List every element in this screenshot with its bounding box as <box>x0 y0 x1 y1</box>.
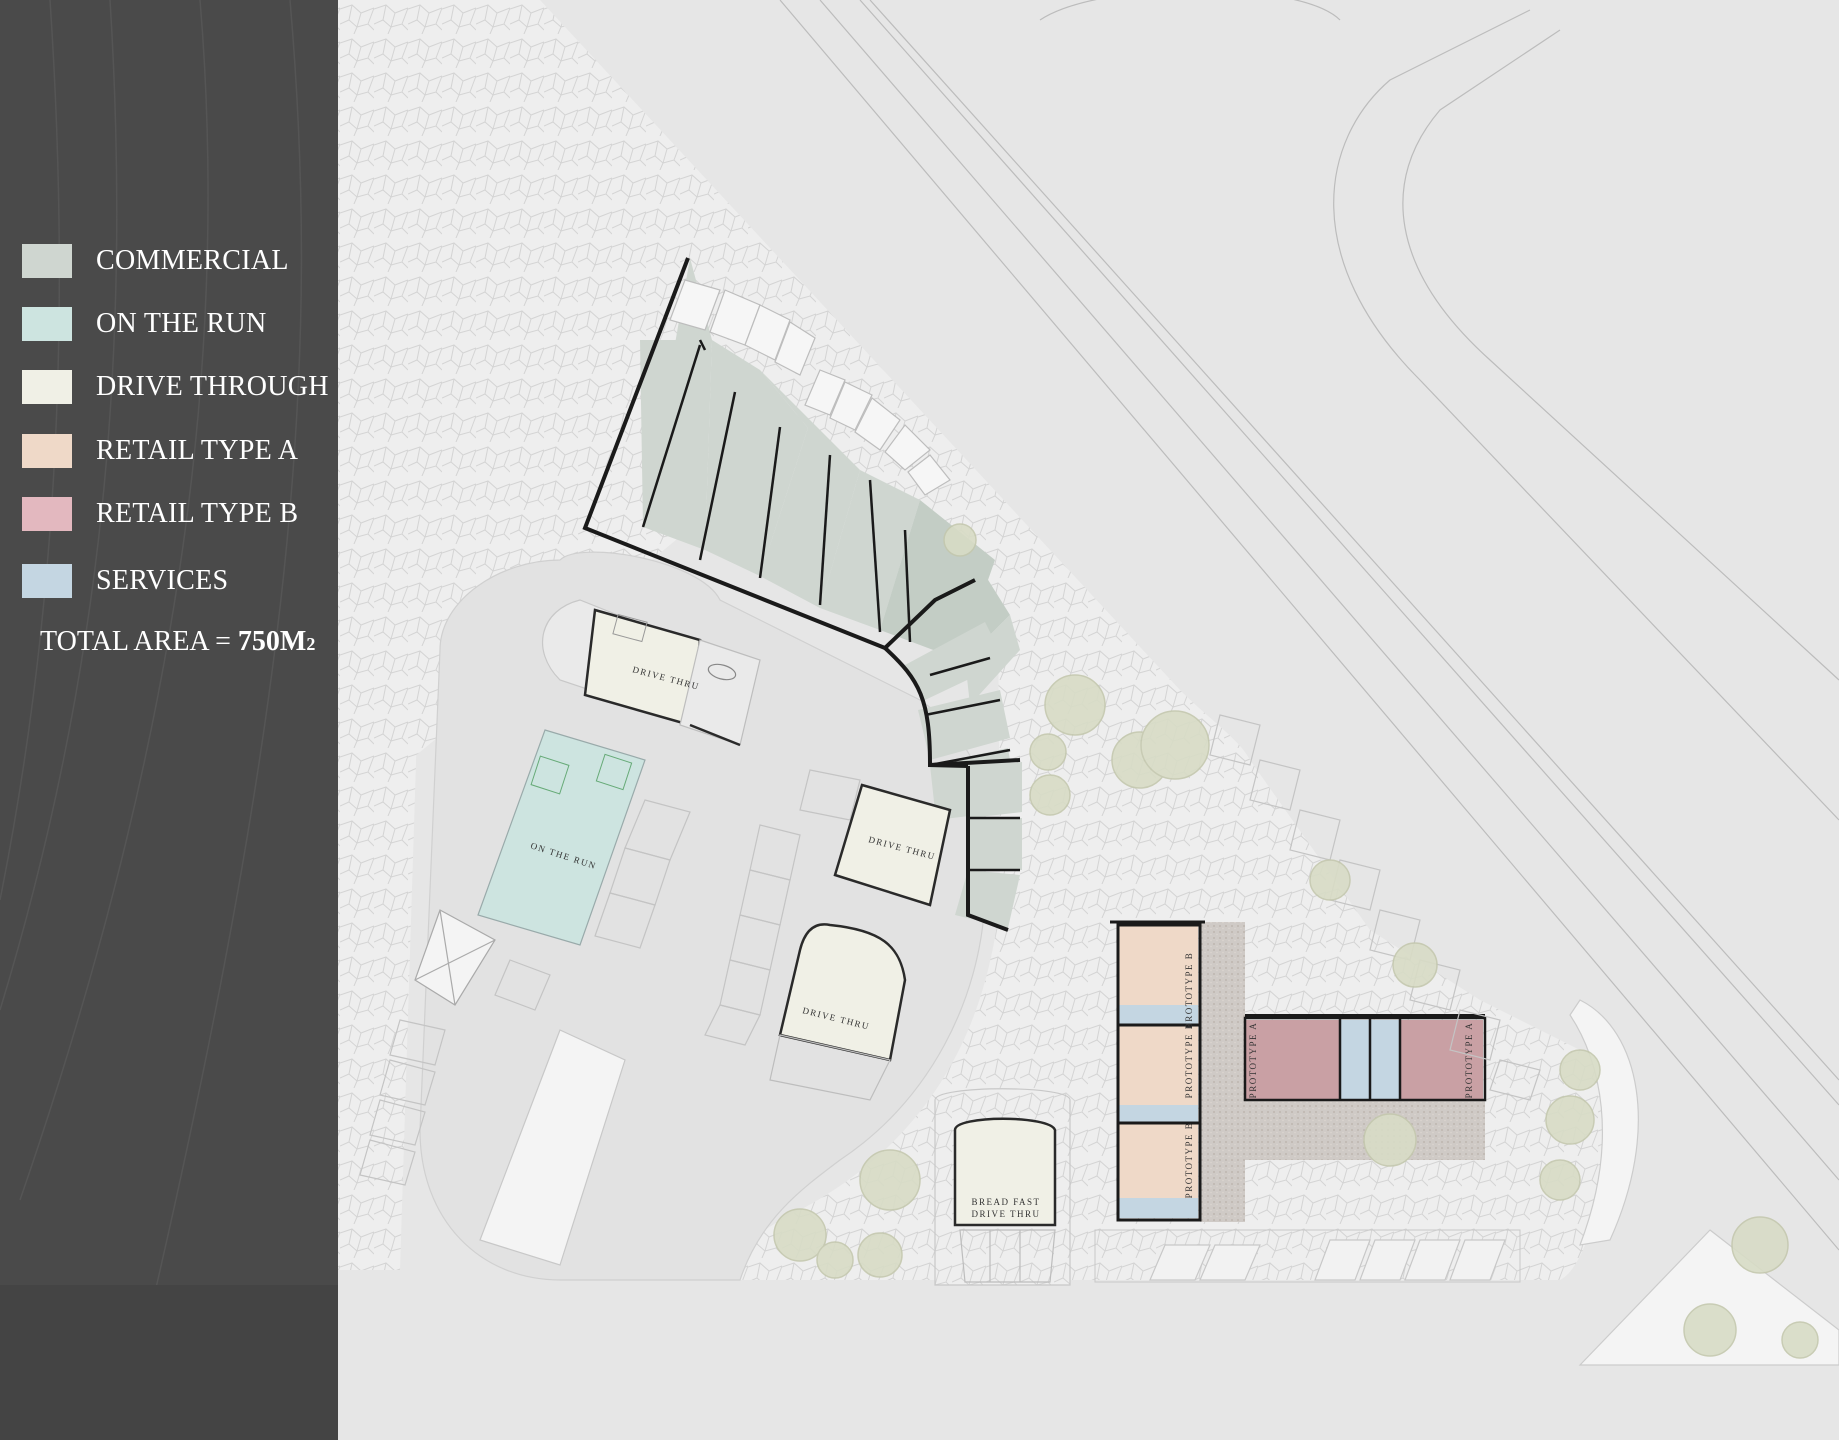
total-area-unit: M <box>279 626 307 657</box>
total-area: TOTAL AREA = 750M2 <box>40 626 315 658</box>
legend-swatch-services <box>22 564 72 598</box>
prototype-a-label-2: PROTOTYPE A <box>1464 1022 1474 1099</box>
site-plan-board: COMMERCIAL ON THE RUN DRIVE THROUGH RETA… <box>0 0 1839 1440</box>
legend-label: SERVICES <box>96 565 229 596</box>
total-area-label: TOTAL AREA = <box>40 626 238 657</box>
legend-item-retail-type-b: RETAIL TYPE B <box>22 496 298 532</box>
bread-fast-label-1: BREAD FAST <box>971 1197 1040 1207</box>
total-area-unit-sub: 2 <box>306 634 316 654</box>
legend-swatch-retail-type-b <box>22 497 72 531</box>
site-plan-drawing: DRIVE THRU ON THE RUN DRIVE THRU DRIVE T… <box>338 0 1839 1440</box>
legend-label: COMMERCIAL <box>96 245 289 276</box>
legend-item-commercial: COMMERCIAL <box>22 243 289 279</box>
prototype-b-label-1: PROTOTYPE B <box>1184 952 1194 1029</box>
prototype-a-label-1: PROTOTYPE A <box>1248 1022 1258 1099</box>
legend-swatch-drive-through <box>22 370 72 404</box>
legend-label: ON THE RUN <box>96 308 267 339</box>
prototype-a-units: PROTOTYPE A PROTOTYPE A <box>1243 1014 1487 1102</box>
gravel-strip-vertical <box>1200 922 1245 1222</box>
legend-item-services: SERVICES <box>22 563 228 599</box>
gravel-strip-horizontal <box>1245 1100 1485 1160</box>
legend-label: RETAIL TYPE A <box>96 435 299 466</box>
bottom-parking-stalls <box>1149 1239 1506 1281</box>
prototype-b-label-3: PROTOTYPE B <box>1184 1122 1194 1199</box>
prototype-b-units: PROTOTYPE B PROTOTYPE B PROTOTYPE B <box>1110 920 1205 1222</box>
legend-panel: COMMERCIAL ON THE RUN DRIVE THROUGH RETA… <box>0 0 338 1440</box>
total-area-value: 750 <box>237 626 280 657</box>
sidebar-contour-lines <box>0 0 338 1440</box>
bread-fast-label-2: DRIVE THRU <box>971 1209 1040 1219</box>
legend-item-retail-type-a: RETAIL TYPE A <box>22 433 298 469</box>
legend-item-drive-through: DRIVE THROUGH <box>22 369 329 405</box>
legend-swatch-retail-type-a <box>22 434 72 468</box>
legend-swatch-commercial <box>22 244 72 278</box>
legend-item-on-the-run: ON THE RUN <box>22 306 266 342</box>
prototype-b-label-2: PROTOTYPE B <box>1184 1022 1194 1099</box>
legend-label: RETAIL TYPE B <box>96 498 299 529</box>
legend-label: DRIVE THROUGH <box>96 371 329 402</box>
legend-swatch-on-the-run <box>22 307 72 341</box>
bread-fast-drive-thru: BREAD FAST DRIVE THRU <box>934 1088 1071 1286</box>
